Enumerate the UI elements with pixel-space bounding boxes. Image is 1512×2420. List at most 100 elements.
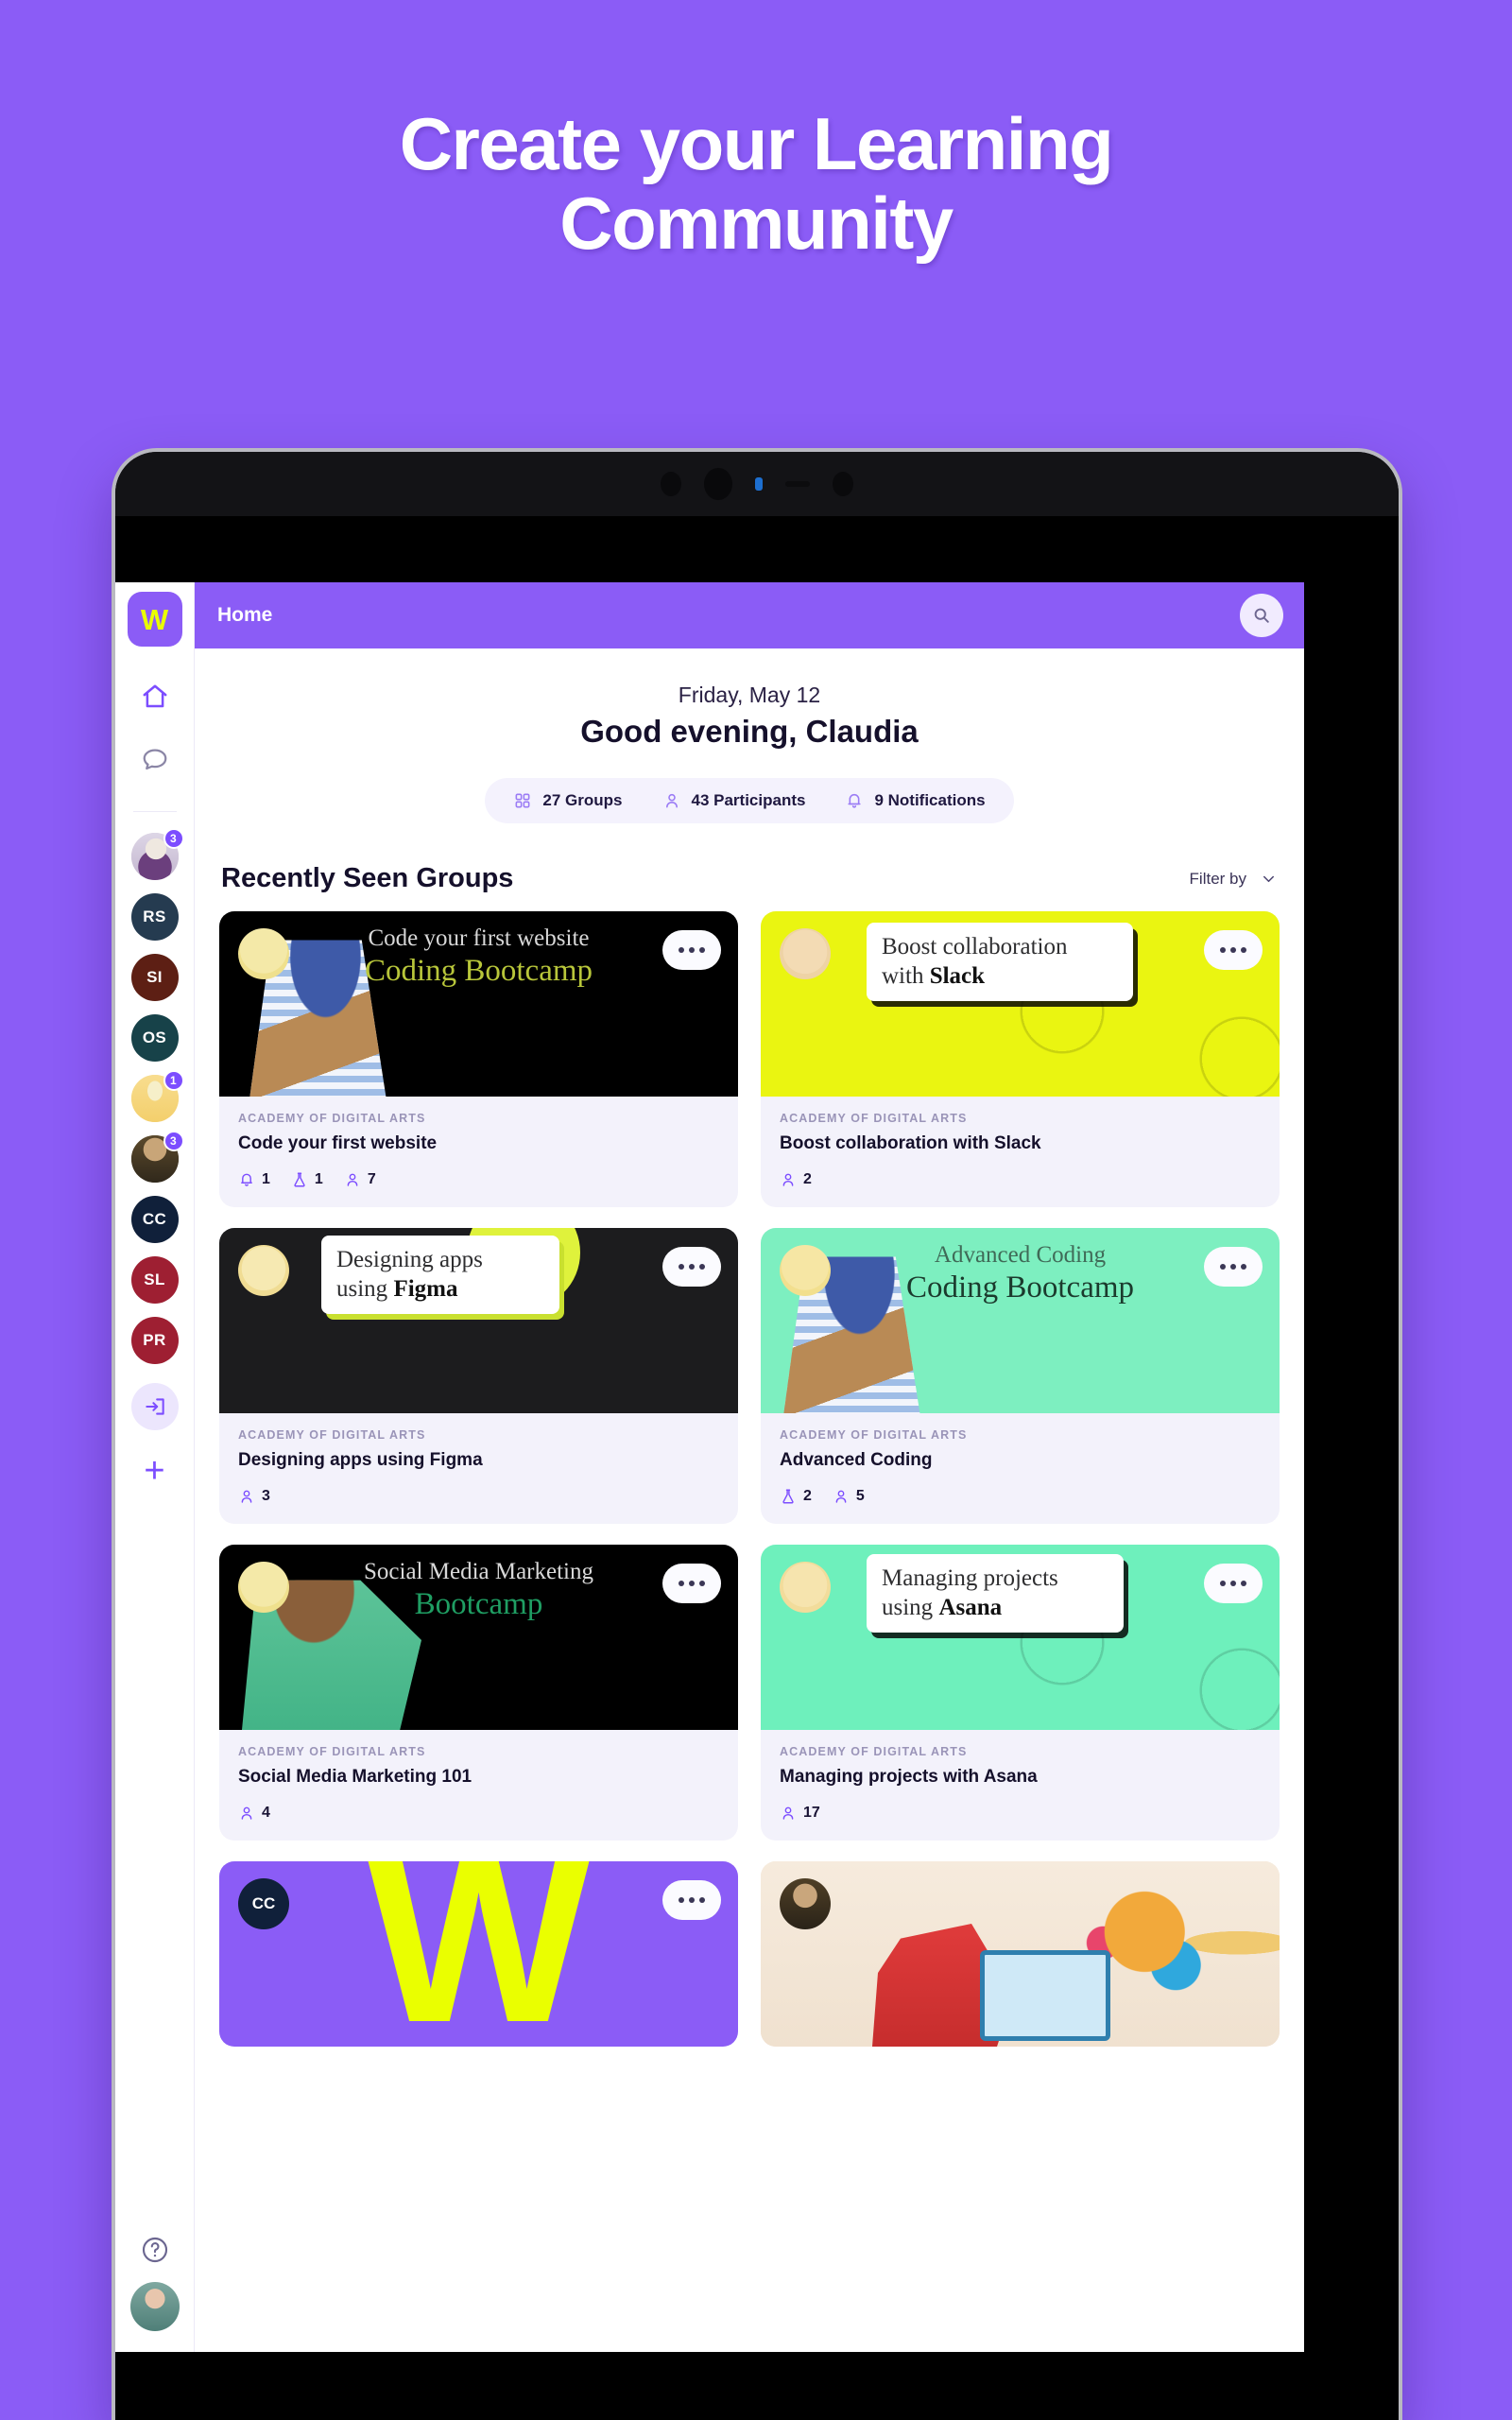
group-card-partial[interactable]	[761, 1861, 1280, 2047]
status-led-icon	[755, 477, 763, 491]
card-more-options-button[interactable]	[662, 930, 721, 970]
chat-line-2-bold: Slack	[929, 962, 986, 989]
join-group-button[interactable]	[130, 1383, 179, 1430]
group-card-partial[interactable]: W CC	[219, 1861, 738, 2047]
speaker-grille-icon	[785, 481, 810, 487]
stat-participants[interactable]: 43 Participants	[662, 791, 805, 810]
card-meta: ACADEMY OF DIGITAL ARTS Advanced Coding …	[761, 1413, 1280, 1524]
card-avatar-initials: CC	[251, 1894, 276, 1912]
card-org: ACADEMY OF DIGITAL ARTS	[238, 1745, 426, 1758]
sensor-secondary-icon	[833, 472, 853, 496]
count-participants: 7	[344, 1171, 376, 1188]
card-avatar	[238, 1562, 289, 1613]
dot	[1241, 1581, 1246, 1586]
chat-line-1: Designing apps	[336, 1247, 483, 1272]
search-icon	[1254, 608, 1269, 623]
count-notifications: 1	[238, 1171, 270, 1188]
card-title: Boost collaboration with Slack	[780, 1133, 1041, 1153]
card-chat-bubble: Designing apps using Figma	[321, 1236, 559, 1314]
card-org: ACADEMY OF DIGITAL ARTS	[780, 1428, 968, 1442]
tablet-device-frame: W 3 RS SI OS 1 3 CC SL PR + Home Friday,…	[115, 452, 1399, 2420]
sidebar-item-home[interactable]	[129, 671, 180, 722]
help-circle-icon[interactable]	[140, 2235, 170, 2265]
groups-grid: Code your first website Coding Bootcamp	[219, 911, 1280, 2047]
card-more-options-button[interactable]	[662, 1564, 721, 1603]
card-org: ACADEMY OF DIGITAL ARTS	[238, 1428, 426, 1442]
sidebar-group-initials: SL	[144, 1270, 165, 1288]
card-more-options-button[interactable]	[1204, 930, 1263, 970]
card-cover-title: Code your first website Coding Bootcamp	[219, 925, 738, 989]
count-participants: 5	[833, 1488, 865, 1505]
group-card[interactable]: Managing projects using Asana ACADEMY OF…	[761, 1545, 1280, 1841]
sidebar-item-messages[interactable]	[129, 734, 180, 785]
card-counts: 1 1 7	[238, 1171, 719, 1188]
flask-icon	[782, 1489, 794, 1504]
card-avatar	[780, 928, 831, 979]
device-bezel-top	[115, 452, 1399, 516]
chevron-down-icon	[1263, 875, 1275, 883]
page-title: Home	[217, 604, 273, 626]
sidebar-group-2[interactable]: RS	[130, 893, 179, 941]
card-cover	[761, 1861, 1280, 2047]
sidebar-group-4[interactable]: OS	[130, 1014, 179, 1062]
dot	[689, 1264, 695, 1270]
group-card[interactable]: Social Media Marketing Bootcamp ACADEMY …	[219, 1545, 738, 1841]
flask-icon	[294, 1172, 305, 1187]
sidebar-group-3[interactable]: SI	[130, 954, 179, 1001]
sidebar-group-6[interactable]: 3	[130, 1131, 184, 1183]
card-more-options-button[interactable]	[1204, 1247, 1263, 1287]
filter-by-label: Filter by	[1189, 869, 1246, 888]
group-card[interactable]: Designing apps using Figma ACADEMY OF DI…	[219, 1228, 738, 1524]
card-more-options-button[interactable]	[1204, 1564, 1263, 1603]
stat-groups[interactable]: 27 Groups	[513, 791, 623, 810]
profile-avatar[interactable]	[129, 2282, 180, 2331]
sidebar-group-8[interactable]: SL	[130, 1256, 179, 1304]
dot	[679, 947, 684, 953]
card-title: Managing projects with Asana	[780, 1767, 1038, 1787]
dot	[1241, 1264, 1246, 1270]
app-logo[interactable]: W	[127, 592, 182, 647]
search-button[interactable]	[1240, 594, 1283, 637]
filter-by-dropdown[interactable]: Filter by	[1190, 870, 1278, 889]
group-card[interactable]: Advanced Coding Coding Bootcamp ACADEMY …	[761, 1228, 1280, 1524]
stat-notifications[interactable]: 9 Notifications	[845, 791, 986, 810]
sidebar-divider	[132, 811, 177, 812]
sidebar-group-initials: OS	[142, 1028, 167, 1046]
sidebar-group-7[interactable]: CC	[130, 1196, 179, 1243]
dot	[679, 1581, 684, 1586]
count-participants: 17	[780, 1805, 820, 1822]
illustration-screen	[980, 1950, 1110, 2041]
sidebar-group-1[interactable]: 3	[130, 828, 184, 880]
dot	[699, 1264, 705, 1270]
card-cover: Code your first website Coding Bootcamp	[219, 911, 738, 1097]
count-labs: 2	[780, 1488, 812, 1505]
add-group-button[interactable]: +	[131, 1447, 179, 1495]
brand-w-logo: W	[367, 1861, 591, 2047]
card-avatar	[238, 928, 289, 979]
dot	[679, 1897, 684, 1903]
card-more-options-button[interactable]	[662, 1880, 721, 1920]
card-counts: 17	[780, 1805, 1261, 1822]
cover-line-2: Bootcamp	[414, 1586, 543, 1621]
group-card[interactable]: Boost collaboration with Slack ACADEMY O…	[761, 911, 1280, 1207]
dot	[699, 947, 705, 953]
chat-line-2-prefix: using	[336, 1275, 394, 1302]
count-labs: 1	[291, 1171, 323, 1188]
sidebar-group-9[interactable]: PR	[130, 1317, 179, 1364]
promo-headline: Create your Learning Community	[0, 102, 1512, 264]
unread-badge: 1	[163, 1070, 184, 1091]
promo-line-1: Create your Learning	[399, 102, 1114, 185]
card-avatar	[780, 1878, 831, 1929]
app-viewport: W 3 RS SI OS 1 3 CC SL PR + Home Friday,…	[115, 582, 1304, 2352]
sidebar-group-5[interactable]: 1	[130, 1070, 184, 1122]
card-cover-title: Advanced Coding Coding Bootcamp	[761, 1241, 1280, 1305]
card-more-options-button[interactable]	[662, 1247, 721, 1287]
sidebar-group-initials: RS	[143, 908, 166, 925]
count-participants: 4	[238, 1805, 270, 1822]
dot	[699, 1897, 705, 1903]
card-avatar: CC	[238, 1878, 289, 1929]
dot	[1230, 947, 1236, 953]
bell-icon	[848, 793, 862, 808]
group-card[interactable]: Code your first website Coding Bootcamp	[219, 911, 738, 1207]
count-value: 2	[803, 1171, 812, 1187]
